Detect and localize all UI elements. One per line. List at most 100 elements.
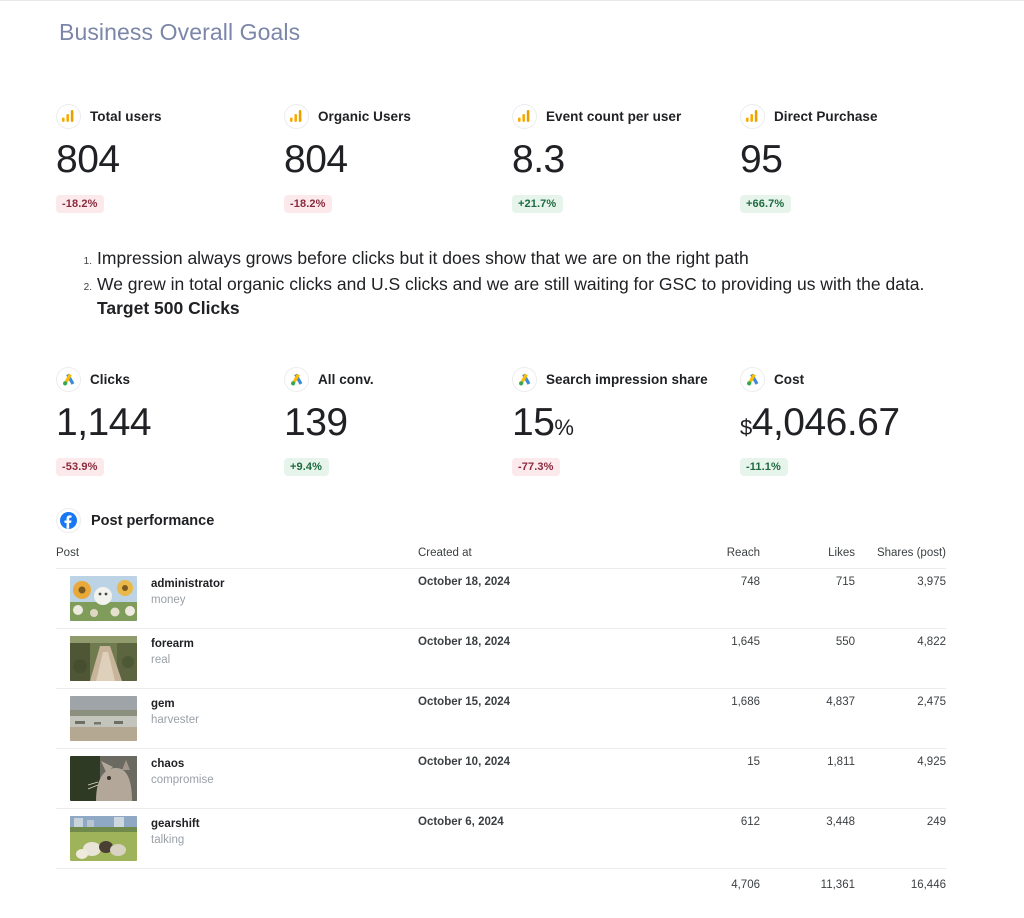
google-analytics-icon [284, 103, 309, 129]
column-header-likes[interactable]: Likes [760, 547, 855, 569]
table-body: administrator money October 18, 2024 748… [56, 568, 946, 899]
post-created-at: October 6, 2024 [418, 808, 668, 869]
table-row[interactable]: gearshift talking October 6, 2024 612 3,… [56, 808, 946, 869]
post-thumbnail[interactable] [70, 696, 137, 741]
table-header: Post Created at Reach Likes Shares (post… [56, 547, 946, 569]
kpi-value: 8.3 [512, 138, 565, 181]
post-created-at: October 18, 2024 [418, 628, 668, 689]
google-ads-icon [284, 366, 309, 392]
kpi-header: All conv. [284, 366, 512, 392]
post-shares: 4,822 [855, 628, 946, 689]
post-thumbnail[interactable] [70, 756, 137, 801]
post-cell: gem harvester [56, 688, 418, 749]
post-shares: 2,475 [855, 688, 946, 749]
kpi-delta-badge: +66.7% [740, 195, 792, 213]
ads-kpi-row: Clicks 1,144 -53.9% All conv. 139 +9.4% … [56, 366, 968, 476]
post-thumbnail[interactable] [70, 636, 137, 681]
kpi-card-event-count-per-user: Event count per user 8.3 +21.7% [512, 103, 740, 213]
note-item: 1. Impression always grows before clicks… [76, 247, 966, 270]
kpi-card-direct-purchase: Direct Purchase 95 +66.7% [740, 103, 968, 213]
kpi-value-number: 1,144 [56, 401, 152, 444]
kpi-label: Search impression share [546, 371, 708, 387]
column-header-shares[interactable]: Shares (post) [855, 547, 946, 569]
post-subtitle: harvester [151, 714, 199, 727]
note-text-plain: We grew in total organic clicks and U.S … [97, 274, 925, 295]
table-totals-row: 4,706 11,361 16,446 [56, 869, 946, 899]
kpi-card-total-users: Total users 804 -18.2% [56, 103, 284, 213]
column-header-reach[interactable]: Reach [668, 547, 760, 569]
kpi-value: 804 [284, 138, 348, 181]
kpi-label: Clicks [90, 371, 131, 387]
kpi-delta-badge: -18.2% [56, 195, 105, 213]
kpi-header: Total users [56, 103, 284, 129]
post-meta: administrator money [137, 576, 225, 608]
kpi-value: 1,144 [56, 403, 284, 442]
post-cell: administrator money [56, 568, 418, 629]
post-thumbnail[interactable] [70, 816, 137, 861]
post-created-at: October 10, 2024 [418, 748, 668, 809]
kpi-value: 139 [284, 403, 512, 442]
note-number: 2. [83, 282, 92, 294]
note-number: 1. [83, 256, 92, 267]
post-likes: 715 [760, 568, 855, 629]
column-header-created[interactable]: Created at [418, 547, 668, 569]
post-meta: gem harvester [137, 696, 199, 728]
totals-shares: 16,446 [910, 879, 946, 891]
kpi-header: Event count per user [512, 103, 740, 129]
kpi-value-suffix: % [554, 415, 574, 440]
kpi-delta-badge: -53.9% [56, 458, 105, 476]
google-ads-icon [56, 366, 81, 392]
note-text: Impression always grows before clicks bu… [92, 247, 749, 270]
google-ads-icon [512, 366, 537, 392]
post-subtitle: money [151, 594, 186, 607]
kpi-value: 95 [740, 138, 783, 181]
kpi-header: Search impression share [512, 366, 740, 392]
note-text: We grew in total organic clicks and U.S … [92, 273, 966, 320]
kpi-card-cost: Cost $4,046.67 -11.1% [740, 366, 968, 476]
google-analytics-icon [512, 103, 537, 129]
kpi-label: Organic Users [318, 108, 411, 124]
post-name: gearshift [151, 818, 200, 830]
post-name: gem [151, 698, 175, 710]
kpi-delta-badge: +21.7% [512, 195, 564, 213]
post-shares: 3,975 [855, 568, 946, 629]
table-row[interactable]: administrator money October 18, 2024 748… [56, 568, 946, 629]
post-thumbnail[interactable] [70, 576, 137, 621]
totals-spacer-post [56, 869, 418, 899]
post-reach: 612 [668, 808, 760, 869]
page-title: Business Overall Goals [59, 19, 301, 45]
table-header-row: Post Created at Reach Likes Shares (post… [56, 547, 946, 569]
section-title: Post performance [91, 512, 215, 529]
post-name: administrator [151, 578, 225, 590]
kpi-label: Direct Purchase [774, 108, 878, 124]
kpi-label: Event count per user [546, 108, 682, 124]
note-text-bold: Target 500 Clicks [97, 297, 240, 318]
post-cell: forearm real [56, 628, 418, 689]
kpi-card-clicks: Clicks 1,144 -53.9% [56, 366, 284, 476]
totals-likes: 11,361 [820, 879, 855, 891]
google-ads-icon [740, 366, 765, 392]
kpi-delta-badge: +9.4% [284, 458, 329, 476]
kpi-header: Organic Users [284, 103, 512, 129]
post-subtitle: compromise [151, 774, 214, 787]
post-name: chaos [151, 758, 185, 770]
post-meta: gearshift talking [137, 816, 200, 848]
column-header-post[interactable]: Post [56, 547, 418, 569]
kpi-value-prefix: $ [740, 415, 752, 440]
kpi-delta-badge: -11.1% [740, 458, 788, 476]
google-analytics-icon [740, 103, 765, 129]
kpi-header: Clicks [56, 366, 284, 392]
table-row[interactable]: gem harvester October 15, 2024 1,686 4,8… [56, 688, 946, 749]
table-row[interactable]: forearm real October 18, 2024 1,645 550 … [56, 628, 946, 689]
kpi-value-number: 139 [284, 401, 348, 444]
kpi-value: $4,046.67 [740, 403, 968, 442]
kpi-delta-badge: -77.3% [512, 458, 561, 476]
note-item: 2. We grew in total organic clicks and U… [76, 273, 966, 320]
post-cell: gearshift talking [56, 808, 418, 869]
kpi-value-number: 4,046.67 [751, 401, 900, 444]
kpi-delta-badge: -18.2% [284, 195, 333, 213]
table-row[interactable]: chaos compromise October 10, 2024 15 1,8… [56, 748, 946, 809]
report-page: Business Overall Goals Total users 804 -… [0, 0, 1024, 918]
kpi-value: 15% [512, 403, 740, 442]
post-performance-table: Post Created at Reach Likes Shares (post… [56, 547, 946, 898]
